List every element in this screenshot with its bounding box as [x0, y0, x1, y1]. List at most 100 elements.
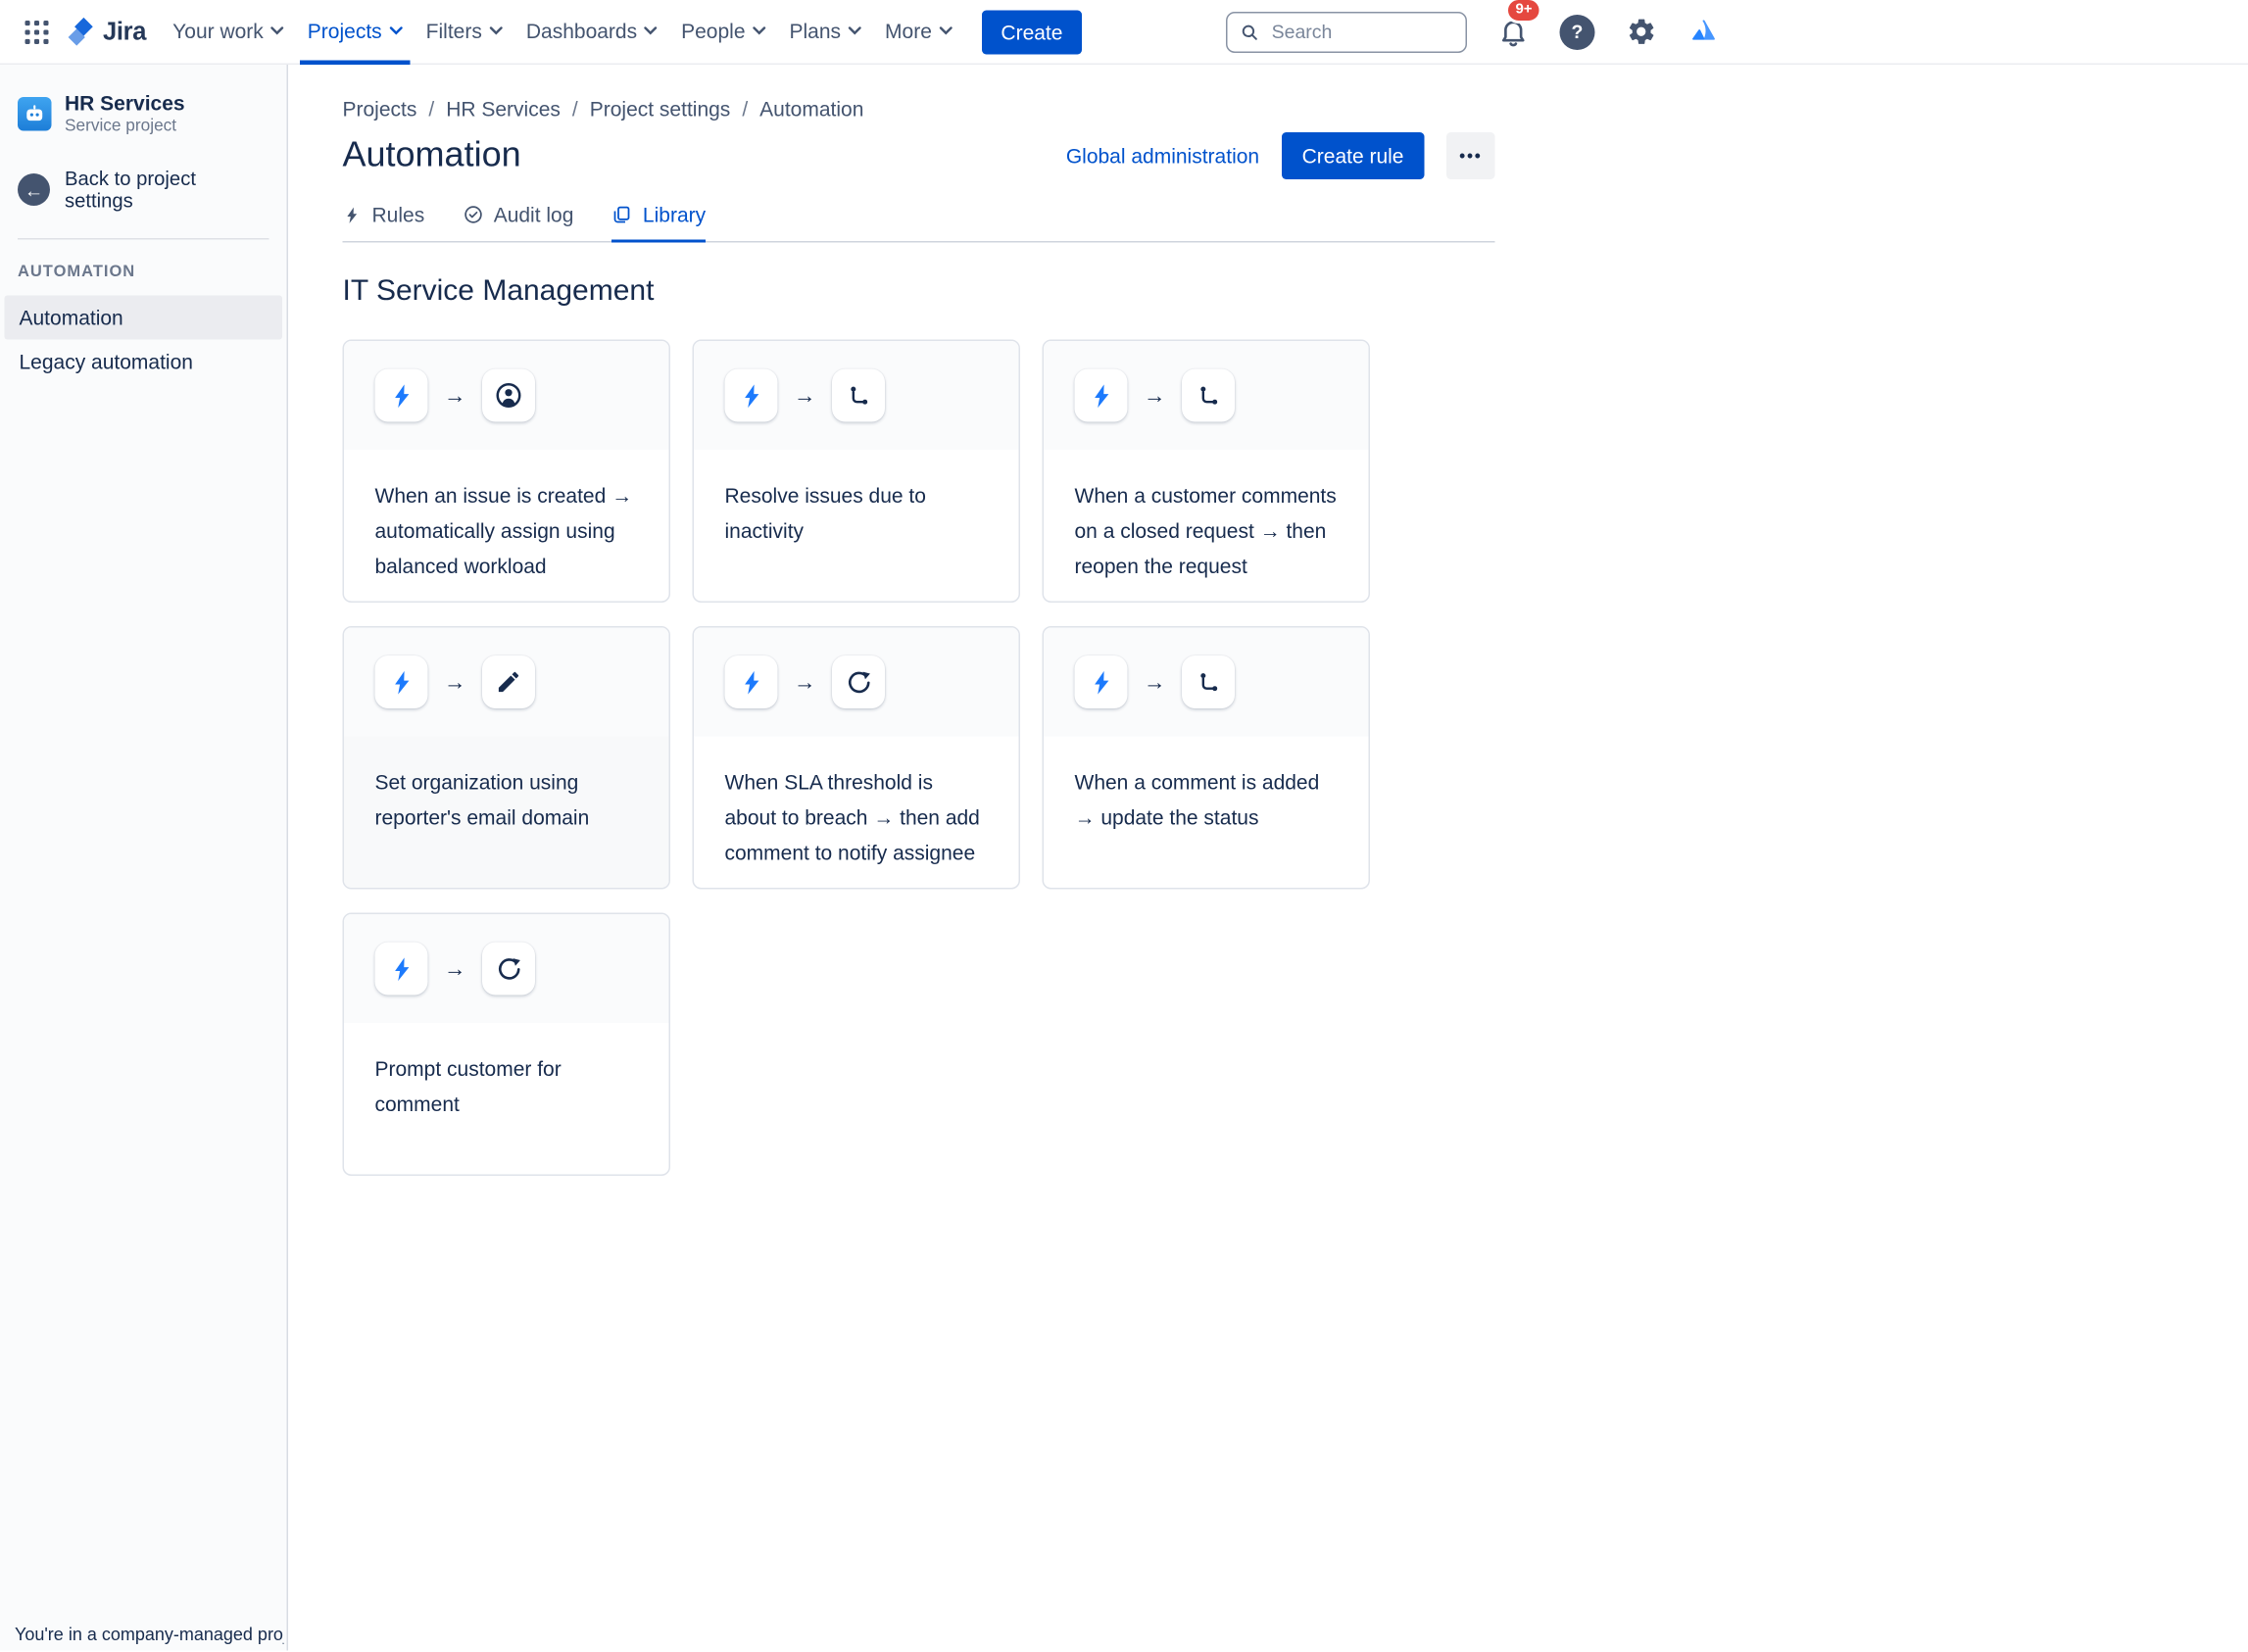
- question-mark-icon: ?: [1571, 21, 1584, 43]
- jira-logo[interactable]: Jira: [65, 15, 146, 49]
- nav-item-people[interactable]: People: [674, 0, 773, 64]
- action-icon-tile: [482, 368, 535, 422]
- nav-item-plans[interactable]: Plans: [782, 0, 869, 64]
- arrow-icon: →: [794, 669, 816, 695]
- breadcrumb-hr-services[interactable]: HR Services: [446, 97, 561, 121]
- create-button[interactable]: Create: [981, 9, 1082, 54]
- lightning-icon: [1094, 383, 1108, 408]
- lightning-icon: [1094, 670, 1108, 694]
- automation-template-card[interactable]: → When SLA threshold is about to breach …: [692, 626, 1020, 890]
- nav-item-dashboards[interactable]: Dashboards: [518, 0, 664, 64]
- app-switcher-button[interactable]: [18, 13, 56, 51]
- app-switcher-grid-icon: [24, 20, 49, 44]
- automation-template-card[interactable]: → When an issue is created → automatical…: [342, 339, 670, 603]
- nav-item-label: Your work: [172, 19, 264, 43]
- trigger-icon-tile: [374, 656, 428, 708]
- back-label: Back to project settings: [65, 168, 196, 212]
- help-button[interactable]: ?: [1559, 14, 1595, 50]
- lightning-icon: [347, 206, 358, 223]
- search-icon: [1242, 24, 1257, 40]
- trigger-icon-tile: [1074, 368, 1128, 422]
- project-name: HR Services: [65, 91, 185, 115]
- chevron-down-icon: [848, 26, 861, 35]
- action-icon-tile: [1182, 368, 1235, 422]
- global-administration-link[interactable]: Global administration: [1066, 144, 1259, 168]
- sidebar-item-legacy-automation[interactable]: Legacy automation: [5, 340, 283, 384]
- lightning-icon: [744, 383, 758, 408]
- template-card-grid: → When an issue is created → automatical…: [342, 339, 1495, 1176]
- search-box[interactable]: [1225, 11, 1467, 53]
- chevron-down-icon: [644, 26, 658, 35]
- automation-template-card[interactable]: → Set organization using reporter's emai…: [342, 626, 670, 890]
- action-icon-tile: [482, 942, 535, 996]
- nav-item-label: Dashboards: [525, 19, 638, 43]
- card-description: When a comment is added → update the sta…: [1074, 770, 1320, 829]
- settings-button[interactable]: [1620, 11, 1663, 54]
- nav-item-label: Projects: [307, 19, 382, 43]
- page-actions: Global administration Create rule •••: [1066, 132, 1495, 179]
- tab-label: Library: [642, 203, 707, 226]
- nav-item-your-work[interactable]: Your work: [166, 0, 292, 64]
- trigger-icon-tile: [1074, 656, 1128, 708]
- tab-rules[interactable]: Rules: [343, 203, 425, 243]
- card-icon-row: →: [694, 341, 1019, 450]
- action-icon-tile: [832, 368, 885, 422]
- settings-gear-icon: [1629, 19, 1654, 44]
- tab-library[interactable]: Library: [611, 203, 707, 243]
- arrow-icon: →: [794, 382, 816, 409]
- lightning-icon: [744, 670, 758, 694]
- notifications: 9+: [1491, 0, 1543, 54]
- automation-template-card[interactable]: → When a comment is added → update the s…: [1042, 626, 1370, 890]
- sidebar-item-automation[interactable]: Automation: [4, 295, 282, 340]
- card-icon-row: →: [344, 341, 669, 450]
- nav-item-more[interactable]: More: [878, 0, 960, 64]
- trigger-icon-tile: [374, 942, 428, 996]
- edit-pencil-icon: [498, 671, 519, 693]
- card-description: When a customer comments on a closed req…: [1074, 483, 1337, 578]
- more-actions-button[interactable]: •••: [1446, 132, 1495, 179]
- back-arrow-icon: ←: [18, 173, 50, 206]
- arrow-icon: →: [1144, 669, 1166, 695]
- breadcrumb-project-settings[interactable]: Project settings: [590, 97, 731, 121]
- chevron-down-icon: [489, 26, 503, 35]
- tab-audit-log[interactable]: Audit log: [463, 203, 573, 243]
- jira-logo-text: Jira: [103, 17, 147, 45]
- back-to-project-settings-link[interactable]: ← Back to project settings: [0, 168, 287, 212]
- action-icon-tile: [482, 656, 535, 708]
- card-description: When SLA threshold is about to breach → …: [724, 770, 980, 864]
- action-icon-tile: [832, 656, 885, 708]
- breadcrumb-separator: /: [428, 97, 435, 121]
- nav-item-projects[interactable]: Projects: [300, 0, 411, 65]
- chevron-down-icon: [753, 26, 766, 35]
- transition-icon: [1199, 672, 1217, 691]
- breadcrumb: Projects / HR Services / Project setting…: [343, 97, 1495, 121]
- breadcrumb-projects[interactable]: Projects: [343, 97, 417, 121]
- project-type-footnote: You're in a company-managed project: [15, 1624, 284, 1645]
- arrow-icon: →: [444, 382, 466, 409]
- automation-template-card[interactable]: → Resolve issues due to inactivity: [692, 339, 1020, 603]
- notification-badge: 9+: [1504, 0, 1543, 24]
- automation-template-card[interactable]: → Prompt customer for comment: [342, 912, 670, 1176]
- automation-template-card[interactable]: → When a customer comments on a closed r…: [1042, 339, 1370, 603]
- card-description: When an issue is created → automatically…: [374, 483, 633, 578]
- nav-item-filters[interactable]: Filters: [418, 0, 510, 64]
- nav-item-label: Filters: [425, 19, 482, 43]
- primary-nav: Your work Projects Filters Dashboards Pe…: [161, 0, 964, 65]
- breadcrumb-automation[interactable]: Automation: [759, 97, 863, 121]
- lightning-icon: [394, 956, 409, 981]
- create-rule-button[interactable]: Create rule: [1281, 132, 1425, 179]
- sidebar-section-label: AUTOMATION: [18, 263, 136, 281]
- tab-label: Audit log: [493, 203, 574, 226]
- top-navigation: Jira Your work Projects Filters Dashboar…: [0, 0, 2248, 65]
- atlassian-logo: [1687, 16, 1720, 48]
- transition-icon: [850, 385, 867, 404]
- assign-user-icon: [496, 383, 521, 408]
- search-input[interactable]: [1268, 19, 1452, 44]
- lightning-icon: [394, 670, 409, 694]
- tab-label: Rules: [371, 203, 425, 226]
- lightning-icon: [394, 383, 409, 408]
- page-title: Automation: [342, 135, 521, 175]
- card-icon-row: →: [694, 627, 1019, 737]
- breadcrumb-separator: /: [742, 97, 749, 121]
- nav-item-label: People: [681, 19, 746, 43]
